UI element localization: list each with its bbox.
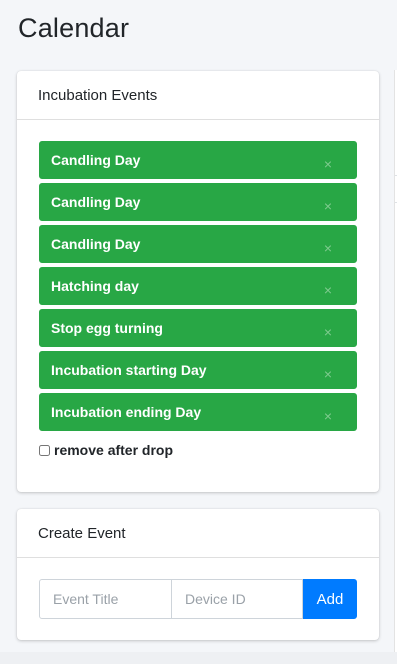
event-candling-day[interactable]: Candling Day ×: [39, 183, 357, 221]
close-icon[interactable]: ×: [324, 367, 332, 381]
external-events-list: Candling Day × Candling Day × Candling D…: [39, 141, 357, 435]
incubation-events-header: Incubation Events: [17, 71, 379, 120]
close-icon[interactable]: ×: [324, 283, 332, 297]
remove-after-drop-label: remove after drop: [54, 442, 174, 458]
event-candling-day[interactable]: Candling Day ×: [39, 225, 357, 263]
event-label: Candling Day: [51, 152, 141, 168]
event-hatching-day[interactable]: Hatching day ×: [39, 267, 357, 305]
event-incubation-ending-day[interactable]: Incubation ending Day ×: [39, 393, 357, 431]
page-title: Calendar: [18, 13, 130, 43]
close-icon[interactable]: ×: [324, 241, 332, 255]
event-label: Candling Day: [51, 194, 141, 210]
device-id-input[interactable]: [172, 579, 303, 619]
close-icon[interactable]: ×: [324, 409, 332, 423]
page-footer-band: [0, 652, 397, 664]
remove-after-drop-option[interactable]: remove after drop: [39, 442, 173, 458]
close-icon[interactable]: ×: [324, 157, 332, 171]
event-label: Hatching day: [51, 278, 139, 294]
create-event-card: Create Event Add: [17, 509, 379, 640]
event-label: Candling Day: [51, 236, 141, 252]
event-label: Incubation starting Day: [51, 362, 207, 378]
event-label: Incubation ending Day: [51, 404, 202, 420]
event-incubation-starting-day[interactable]: Incubation starting Day ×: [39, 351, 357, 389]
add-event-button[interactable]: Add: [303, 579, 357, 619]
event-title-input[interactable]: [39, 579, 172, 619]
create-event-form: Add: [39, 579, 357, 619]
create-event-header: Create Event: [17, 509, 379, 558]
close-icon[interactable]: ×: [324, 325, 332, 339]
close-icon[interactable]: ×: [324, 199, 332, 213]
event-candling-day[interactable]: Candling Day ×: [39, 141, 357, 179]
event-stop-egg-turning[interactable]: Stop egg turning ×: [39, 309, 357, 347]
event-label: Stop egg turning: [51, 320, 163, 336]
remove-after-drop-checkbox[interactable]: [39, 444, 50, 456]
incubation-events-card: Incubation Events Candling Day × Candlin…: [17, 71, 379, 492]
